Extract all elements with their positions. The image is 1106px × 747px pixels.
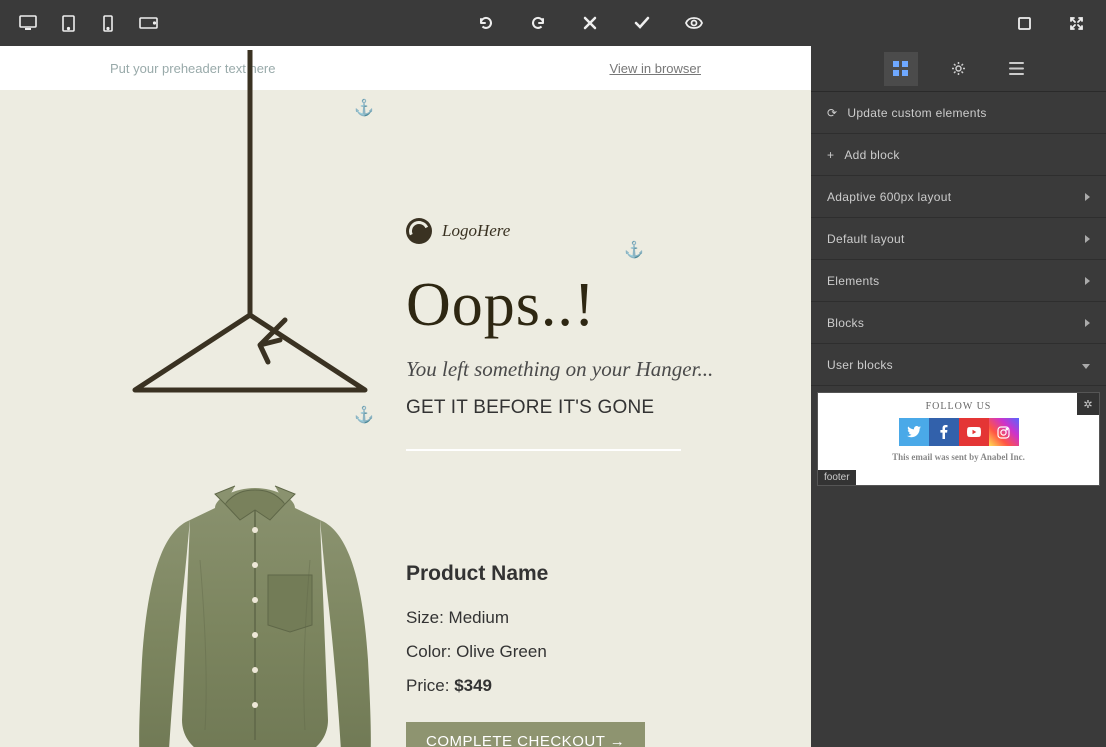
frame-icon[interactable] <box>1012 11 1036 35</box>
section-adaptive-layout[interactable]: Adaptive 600px layout <box>811 176 1106 218</box>
chevron-right-icon <box>1085 232 1090 246</box>
redo-icon[interactable] <box>526 11 550 35</box>
thumb-label: footer <box>818 470 856 485</box>
device-tablet-icon[interactable] <box>48 0 88 46</box>
refresh-icon: ⟳ <box>827 106 837 120</box>
thumb-title: FOLLOW US <box>926 401 992 412</box>
instagram-icon <box>989 418 1019 446</box>
section-elements[interactable]: Elements <box>811 260 1106 302</box>
hero-copy: LogoHere Oops..! You left something on y… <box>406 186 746 451</box>
tab-blocks-icon[interactable] <box>884 52 918 86</box>
side-panel: ⟳Update custom elements +Add block Adapt… <box>811 46 1106 747</box>
logo-mark-icon <box>406 218 432 244</box>
product-price: Price: $349 <box>406 676 746 696</box>
email-body: ⚓ ⚓ ⚓ LogoHere Oops..! You left somethin… <box>0 90 811 747</box>
youtube-icon <box>959 418 989 446</box>
product-size: Size: Medium <box>406 608 746 628</box>
update-custom-elements[interactable]: ⟳Update custom elements <box>811 92 1106 134</box>
tagline: You left something on your Hanger... <box>406 356 746 383</box>
device-desktop-icon[interactable] <box>8 0 48 46</box>
preview-icon[interactable] <box>682 11 706 35</box>
product-image <box>120 480 390 747</box>
cancel-icon[interactable] <box>578 11 602 35</box>
divider <box>406 449 681 451</box>
headline: Oops..! <box>406 274 746 336</box>
logo: LogoHere <box>406 218 746 244</box>
canvas[interactable]: Put your preheader text here View in bro… <box>0 46 811 747</box>
tab-menu-icon[interactable] <box>1000 52 1034 86</box>
logo-text: LogoHere <box>442 221 510 241</box>
add-block[interactable]: +Add block <box>811 134 1106 176</box>
facebook-icon <box>929 418 959 446</box>
top-toolbar <box>0 0 1106 46</box>
chevron-right-icon <box>1085 190 1090 204</box>
thumb-subtitle: This email was sent by Anabel Inc. <box>892 452 1025 462</box>
chevron-right-icon <box>1085 274 1090 288</box>
panel-tabs <box>811 46 1106 92</box>
urgency-text: GET IT BEFORE IT'S GONE <box>406 397 746 419</box>
social-icons <box>899 418 1019 446</box>
product-color: Color: Olive Green <box>406 642 746 662</box>
device-landscape-icon[interactable] <box>128 0 168 46</box>
tab-settings-icon[interactable] <box>942 52 976 86</box>
fullscreen-icon[interactable] <box>1064 11 1088 35</box>
apply-icon[interactable] <box>630 11 654 35</box>
hanger-illustration <box>0 50 380 410</box>
undo-icon[interactable] <box>474 11 498 35</box>
checkout-button[interactable]: COMPLETE CHECKOUT → <box>406 722 645 747</box>
chevron-down-icon <box>1082 358 1090 372</box>
twitter-icon <box>899 418 929 446</box>
section-user-blocks[interactable]: User blocks <box>811 344 1106 386</box>
block-thumbnail-footer[interactable]: ✲ FOLLOW US This email was sent by Anabe… <box>817 392 1100 486</box>
section-blocks[interactable]: Blocks <box>811 302 1106 344</box>
product-name: Product Name <box>406 562 746 586</box>
section-default-layout[interactable]: Default layout <box>811 218 1106 260</box>
device-phone-icon[interactable] <box>88 0 128 46</box>
product-details: Product Name Size: Medium Color: Olive G… <box>406 562 746 747</box>
view-in-browser-link[interactable]: View in browser <box>609 61 701 76</box>
chevron-right-icon <box>1085 316 1090 330</box>
plus-icon: + <box>827 148 834 162</box>
